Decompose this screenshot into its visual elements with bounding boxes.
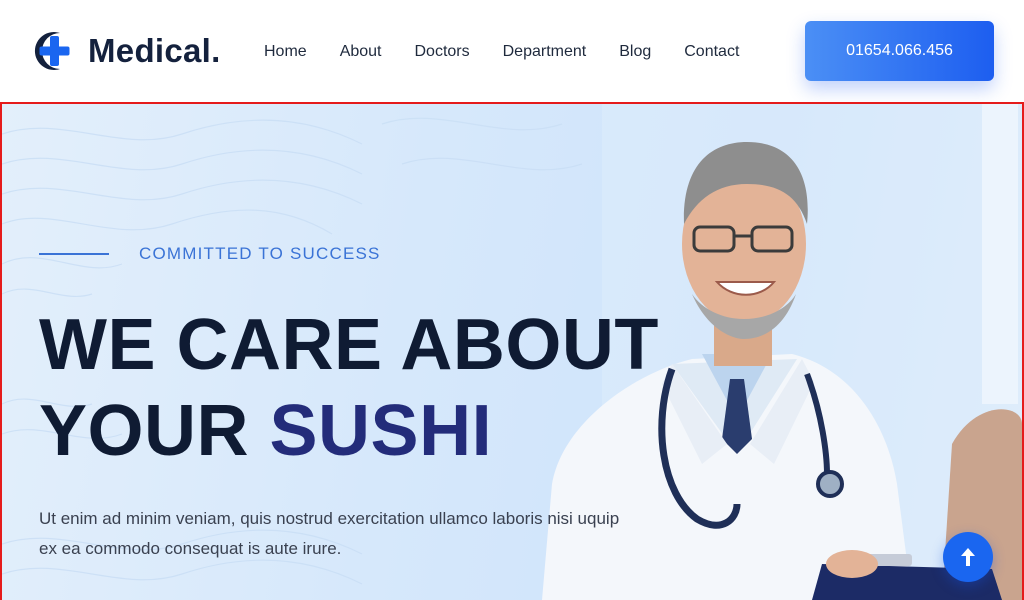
nav-doctors[interactable]: Doctors bbox=[415, 42, 470, 62]
description-line-1: Ut enim ad minim veniam, quis nostrud ex… bbox=[39, 509, 620, 528]
hero-description: Ut enim ad minim veniam, quis nostrud ex… bbox=[39, 504, 699, 564]
nav-department[interactable]: Department bbox=[503, 42, 587, 62]
nav-home[interactable]: Home bbox=[264, 42, 307, 62]
nav-about[interactable]: About bbox=[340, 42, 382, 62]
brand-name: Medical. bbox=[88, 32, 221, 69]
headline-line-2: YOUR SUSHI bbox=[39, 388, 659, 474]
hero-tagline: COMMITTED TO SUCCESS bbox=[139, 244, 381, 263]
scroll-to-top-button[interactable] bbox=[943, 532, 993, 582]
description-line-2: ex ea commodo consequat is aute irure. bbox=[39, 539, 342, 558]
nav-contact[interactable]: Contact bbox=[684, 42, 739, 62]
headline-line-1: WE CARE ABOUT bbox=[39, 305, 659, 385]
hero-headline: WE CARE ABOUT YOUR SUSHI bbox=[39, 302, 659, 474]
headline-line-2-prefix: YOUR bbox=[39, 391, 270, 471]
brand-logo[interactable]: Medical. bbox=[30, 28, 221, 74]
arrow-up-icon bbox=[961, 548, 975, 566]
medical-cross-logo-icon bbox=[30, 28, 74, 74]
tagline-divider bbox=[39, 253, 109, 255]
hero-section: COMMITTED TO SUCCESS WE CARE ABOUT YOUR … bbox=[0, 102, 1024, 600]
headline-accent: SUSHI bbox=[269, 391, 493, 471]
phone-button[interactable]: 01654.066.456 bbox=[805, 21, 994, 81]
main-nav: Home About Doctors Department Blog Conta… bbox=[264, 42, 772, 62]
tagline-row: COMMITTED TO SUCCESS bbox=[39, 244, 381, 264]
site-header: Medical. Home About Doctors Department B… bbox=[0, 0, 1024, 102]
nav-blog[interactable]: Blog bbox=[619, 42, 651, 62]
